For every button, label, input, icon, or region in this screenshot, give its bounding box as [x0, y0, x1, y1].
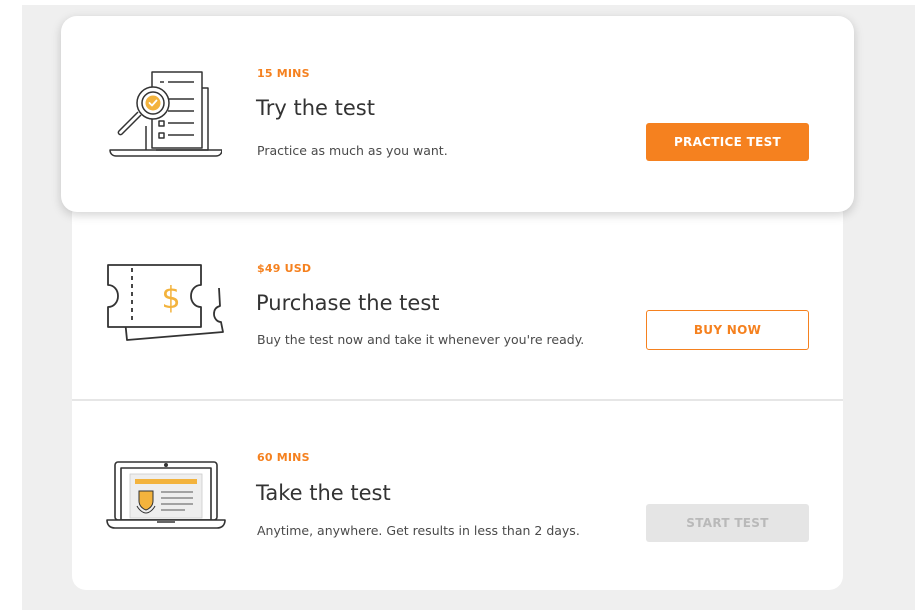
step-duration: 15 MINS [257, 67, 310, 80]
buy-now-button[interactable]: BUY NOW [646, 310, 809, 350]
laptop-certificate-icon [106, 461, 226, 529]
step-description: Anytime, anywhere. Get results in less t… [257, 523, 580, 538]
step-price: $49 USD [257, 262, 312, 275]
step-divider [72, 399, 843, 401]
step-duration: 60 MINS [257, 451, 310, 464]
step-title: Purchase the test [256, 291, 440, 315]
step-title: Take the test [256, 481, 391, 505]
practice-test-button[interactable]: PRACTICE TEST [646, 123, 809, 161]
step-title: Try the test [256, 96, 375, 120]
dollar-ticket-icon: $ [107, 264, 224, 341]
svg-text:$: $ [161, 281, 180, 316]
step-description: Buy the test now and take it whenever yo… [257, 332, 585, 347]
step-description: Practice as much as you want. [257, 143, 448, 158]
start-test-button[interactable]: START TEST [646, 504, 809, 542]
laptop-magnifier-checklist-icon [109, 71, 222, 157]
